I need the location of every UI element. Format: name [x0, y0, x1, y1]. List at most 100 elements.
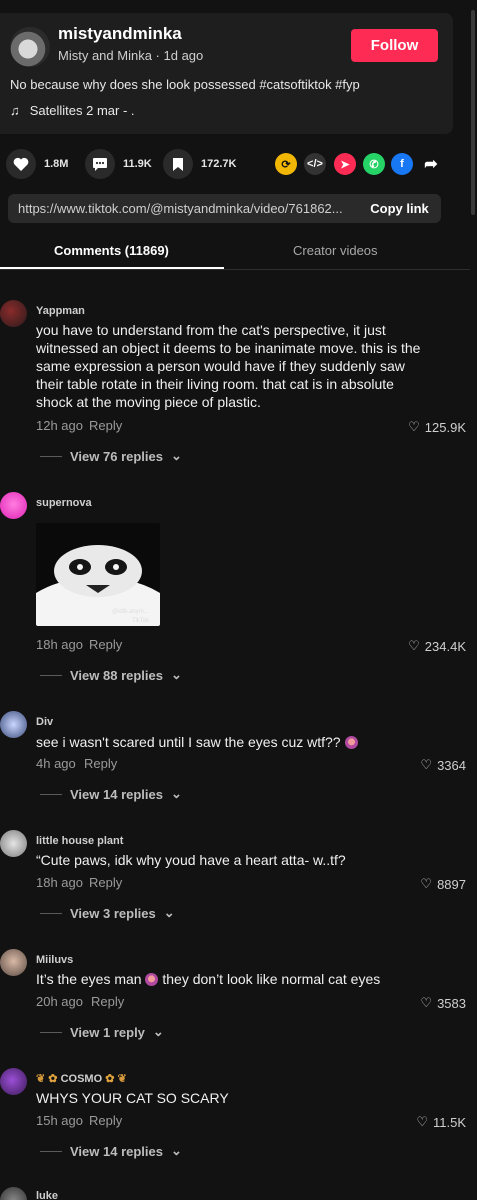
chevron-down-icon[interactable]: ⌄	[171, 448, 182, 464]
view-replies-dash	[40, 793, 62, 795]
comment-stat[interactable]: 11.9K	[85, 149, 152, 179]
scared-emoji-icon	[145, 973, 159, 986]
author-avatar[interactable]	[10, 27, 50, 67]
reply-button[interactable]: Reply	[89, 637, 122, 652]
view-replies-button[interactable]: View 14 replies ⌄	[40, 1143, 182, 1159]
commenter-avatar[interactable]	[0, 300, 27, 327]
commenter-avatar[interactable]	[0, 1187, 27, 1200]
comment-like-count: 234.4K	[424, 638, 466, 654]
commenter-name[interactable]: luke	[36, 1190, 58, 1200]
tab-creator-videos[interactable]: Creator videos	[293, 243, 378, 258]
heart-outline-icon[interactable]: ♡	[420, 995, 432, 1011]
reply-button[interactable]: Reply	[84, 756, 117, 771]
heart-outline-icon[interactable]: ♡	[420, 876, 432, 892]
leaf-icon: ❦	[117, 1073, 127, 1085]
comment-text: “Cute paws, idk why youd have a heart at…	[36, 852, 346, 868]
view-replies-label[interactable]: View 14 replies	[70, 1144, 163, 1159]
commenter-avatar[interactable]	[0, 949, 27, 976]
view-replies-dash	[40, 1031, 62, 1033]
comment-like[interactable]: ♡ 8897	[420, 876, 466, 892]
chevron-down-icon[interactable]: ⌄	[171, 786, 182, 802]
reply-button[interactable]: Reply	[89, 1113, 122, 1128]
comment-like-count: 3583	[437, 995, 466, 1011]
comment-like[interactable]: ♡ 11.5K	[416, 1114, 466, 1130]
tab-comments[interactable]: Comments (11869)	[54, 243, 169, 258]
chevron-down-icon[interactable]: ⌄	[171, 1143, 182, 1159]
view-replies-label[interactable]: View 3 replies	[70, 906, 156, 921]
heart-outline-icon[interactable]: ♡	[420, 757, 432, 773]
send-icon[interactable]: ➤	[334, 153, 356, 175]
comment-like[interactable]: ♡ 3364	[420, 757, 466, 773]
like-count: 1.8M	[44, 158, 69, 170]
view-replies-dash	[40, 674, 62, 676]
commenter-name[interactable]: Yappman	[36, 305, 85, 317]
whatsapp-icon[interactable]: ✆	[363, 153, 385, 175]
subline-separator: ·	[155, 48, 164, 63]
comment-text-content: see i wasn't scared until I saw the eyes…	[36, 734, 341, 750]
view-replies-dash	[40, 912, 62, 914]
heart-outline-icon[interactable]: ♡	[416, 1114, 428, 1130]
follow-button[interactable]: Follow	[351, 29, 438, 62]
commenter-name[interactable]: Miiluvs	[36, 954, 73, 966]
embed-icon[interactable]: </>	[304, 153, 326, 175]
post-music[interactable]: ♫ Satellites 2 mar - .	[10, 103, 135, 118]
commenter-avatar[interactable]	[0, 830, 27, 857]
view-replies-button[interactable]: View 1 reply ⌄	[40, 1024, 164, 1040]
post-age: 1d ago	[163, 48, 204, 63]
chevron-down-icon[interactable]: ⌄	[153, 1024, 164, 1040]
chevron-down-icon[interactable]: ⌄	[164, 905, 175, 921]
comment-like-count: 125.9K	[424, 419, 466, 435]
commenter-name[interactable]: Div	[36, 716, 53, 728]
scared-emoji-icon	[344, 736, 358, 749]
view-replies-label[interactable]: View 14 replies	[70, 787, 163, 802]
commenter-name[interactable]: ❦ ✿ COSMO ✿ ❦	[36, 1072, 127, 1085]
bookmark-icon[interactable]	[163, 149, 193, 179]
commenter-name[interactable]: little house plant	[36, 835, 123, 847]
image-watermark-tiktok: TikTok	[132, 618, 150, 624]
repost-icon[interactable]: ⟳	[275, 153, 297, 175]
save-stat[interactable]: 172.7K	[163, 149, 236, 179]
comment-time: 12h ago	[36, 418, 83, 433]
heart-outline-icon[interactable]: ♡	[408, 419, 420, 435]
view-replies-label[interactable]: View 1 reply	[70, 1025, 145, 1040]
leaf-icon: ❦	[36, 1073, 46, 1085]
comment-text-after: they don’t look like normal cat eyes	[162, 971, 381, 987]
reply-button[interactable]: Reply	[89, 418, 122, 433]
copy-link-button[interactable]: Copy link	[358, 194, 441, 223]
view-replies-dash	[40, 1150, 62, 1152]
view-replies-button[interactable]: View 14 replies ⌄	[40, 786, 182, 802]
share-arrow-icon[interactable]: ➦	[420, 153, 442, 175]
comment-text: WHYS YOUR CAT SO SCARY	[36, 1090, 229, 1106]
music-title[interactable]: Satellites 2 mar - .	[30, 103, 135, 118]
like-stat[interactable]: 1.8M	[6, 149, 68, 179]
view-replies-button[interactable]: View 76 replies ⌄	[40, 448, 182, 464]
author-username[interactable]: mistyandminka	[58, 24, 182, 44]
commenter-avatar[interactable]	[0, 711, 27, 738]
comment-count: 11.9K	[123, 158, 152, 170]
comment-icon[interactable]	[85, 149, 115, 179]
facebook-icon[interactable]: f	[391, 153, 413, 175]
commenter-name-text[interactable]: COSMO	[61, 1073, 103, 1085]
comment-like[interactable]: ♡ 3583	[420, 995, 466, 1011]
view-replies-button[interactable]: View 88 replies ⌄	[40, 667, 182, 683]
commenter-avatar[interactable]	[0, 1068, 27, 1095]
heart-outline-icon[interactable]: ♡	[408, 638, 420, 654]
view-replies-button[interactable]: View 3 replies ⌄	[40, 905, 175, 921]
comment-like[interactable]: ♡ 125.9K	[408, 419, 466, 435]
heart-icon[interactable]	[6, 149, 36, 179]
author-display-name[interactable]: Misty and Minka	[58, 48, 152, 63]
view-replies-label[interactable]: View 76 replies	[70, 449, 163, 464]
comment-like[interactable]: ♡ 234.4K	[408, 638, 466, 654]
commenter-avatar[interactable]	[0, 492, 27, 519]
chevron-down-icon[interactable]: ⌄	[171, 667, 182, 683]
reply-button[interactable]: Reply	[89, 875, 122, 890]
scrollbar[interactable]	[469, 0, 477, 1200]
comment-time: 15h ago	[36, 1113, 83, 1128]
scrollbar-thumb[interactable]	[471, 10, 475, 215]
comment-image[interactable]: @idfk.anym... TikTok	[36, 523, 160, 626]
reply-button[interactable]: Reply	[91, 994, 124, 1009]
view-replies-label[interactable]: View 88 replies	[70, 668, 163, 683]
image-watermark-handle: @idfk.anym...	[112, 609, 149, 615]
commenter-name[interactable]: supernova	[36, 497, 92, 509]
video-link[interactable]: https://www.tiktok.com/@mistyandminka/vi…	[18, 201, 351, 216]
